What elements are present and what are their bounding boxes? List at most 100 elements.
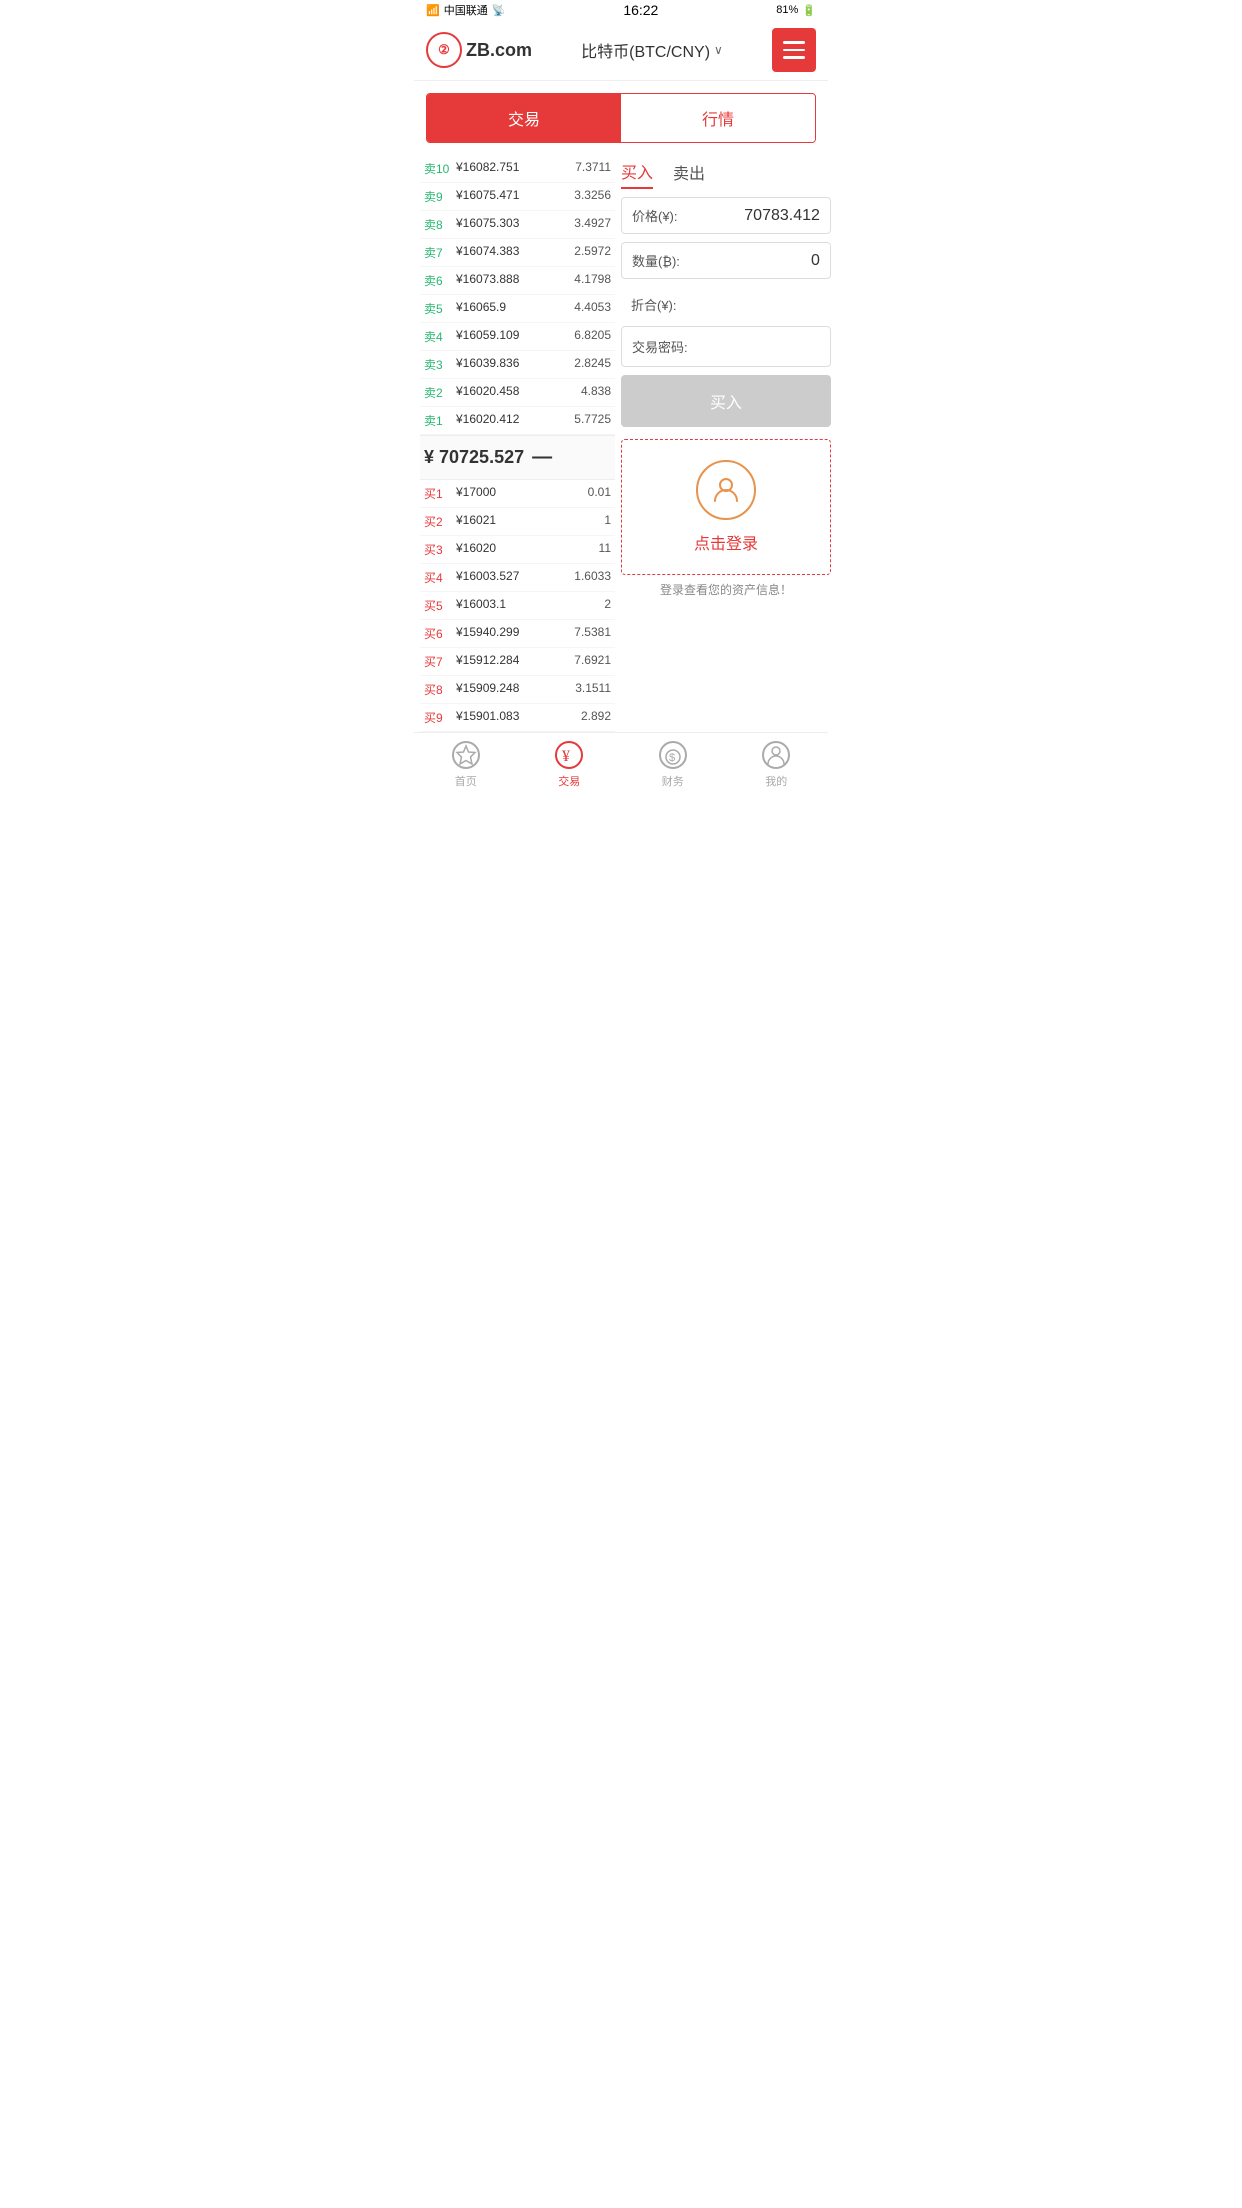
order-price: ¥16003.1 <box>452 597 604 614</box>
password-field: 交易密码: <box>621 326 831 367</box>
order-price: ¥16082.751 <box>452 160 575 177</box>
qty-label: 数量(₿): <box>632 251 680 270</box>
order-label: 买9 <box>424 709 452 726</box>
header: ② ZB.com 比特币(BTC/CNY) ∨ <box>414 20 828 81</box>
order-qty: 4.4053 <box>574 300 611 317</box>
svg-text:¥: ¥ <box>562 748 570 765</box>
sell-order-row[interactable]: 卖6 ¥16073.888 4.1798 <box>420 267 615 295</box>
sell-order-row[interactable]: 卖9 ¥16075.471 3.3256 <box>420 183 615 211</box>
buy-order-row[interactable]: 买6 ¥15940.299 7.5381 <box>420 620 615 648</box>
order-label: 卖5 <box>424 300 452 317</box>
carrier: 中国联通 <box>444 2 488 18</box>
nav-icon-首页 <box>452 741 480 769</box>
nav-icon-我的 <box>762 741 790 769</box>
order-price: ¥16059.109 <box>452 328 574 345</box>
order-qty: 11 <box>599 541 611 558</box>
nav-item-首页[interactable]: 首页 <box>414 733 518 795</box>
login-button[interactable]: 点击登录 <box>694 530 758 554</box>
login-hint: 登录查看您的资产信息！ <box>621 575 831 604</box>
sell-order-row[interactable]: 卖10 ¥16082.751 7.3711 <box>420 155 615 183</box>
sell-order-row[interactable]: 卖1 ¥16020.412 5.7725 <box>420 407 615 435</box>
main-content: 卖10 ¥16082.751 7.3711 卖9 ¥16075.471 3.32… <box>414 155 828 732</box>
nav-label-财务: 财务 <box>662 773 684 789</box>
order-price: ¥15909.248 <box>452 681 575 698</box>
tab-trade[interactable]: 交易 <box>427 94 621 142</box>
tab-market[interactable]: 行情 <box>621 94 815 142</box>
nav-label-首页: 首页 <box>455 773 477 789</box>
nav-item-财务[interactable]: $ 财务 <box>621 733 725 795</box>
menu-button[interactable] <box>772 28 816 72</box>
order-label: 买3 <box>424 541 452 558</box>
buy-tab[interactable]: 买入 <box>621 159 653 189</box>
buy-order-row[interactable]: 买1 ¥17000 0.01 <box>420 480 615 508</box>
qty-input[interactable] <box>680 252 820 270</box>
sell-order-row[interactable]: 卖5 ¥16065.9 4.4053 <box>420 295 615 323</box>
order-book: 卖10 ¥16082.751 7.3711 卖9 ¥16075.471 3.32… <box>420 155 615 732</box>
buy-order-row[interactable]: 买3 ¥16020 11 <box>420 536 615 564</box>
order-label: 卖4 <box>424 328 452 345</box>
dropdown-arrow-icon: ∨ <box>714 43 723 57</box>
order-label: 卖1 <box>424 412 452 429</box>
buy-order-row[interactable]: 买9 ¥15901.083 2.892 <box>420 704 615 732</box>
buy-order-row[interactable]: 买4 ¥16003.527 1.6033 <box>420 564 615 592</box>
nav-icon-财务: $ <box>659 741 687 769</box>
order-price: ¥16075.471 <box>452 188 574 205</box>
order-label: 买1 <box>424 485 452 502</box>
order-price: ¥16020.412 <box>452 412 574 429</box>
order-price: ¥16074.383 <box>452 244 574 261</box>
order-price: ¥15940.299 <box>452 625 574 642</box>
nav-label-交易: 交易 <box>558 773 580 789</box>
price-input[interactable] <box>680 207 820 225</box>
order-qty: 7.5381 <box>574 625 611 642</box>
sell-order-row[interactable]: 卖7 ¥16074.383 2.5972 <box>420 239 615 267</box>
nav-icon-交易: ¥ <box>555 741 583 769</box>
buy-order-row[interactable]: 买7 ¥15912.284 7.6921 <box>420 648 615 676</box>
order-label: 买7 <box>424 653 452 670</box>
order-label: 卖7 <box>424 244 452 261</box>
nav-item-我的[interactable]: 我的 <box>725 733 829 795</box>
order-qty: 3.3256 <box>574 188 611 205</box>
order-price: ¥15901.083 <box>452 709 581 726</box>
nav-item-交易[interactable]: ¥ 交易 <box>518 733 622 795</box>
order-qty: 3.1511 <box>575 681 611 698</box>
order-label: 买4 <box>424 569 452 586</box>
order-qty: 6.8205 <box>574 328 611 345</box>
signal-icon: 📶 <box>426 4 440 17</box>
header-title[interactable]: 比特币(BTC/CNY) ∨ <box>581 38 723 62</box>
buy-sell-tabs: 买入 卖出 <box>621 155 831 197</box>
order-label: 买5 <box>424 597 452 614</box>
order-price: ¥16065.9 <box>452 300 574 317</box>
buy-order-row[interactable]: 买8 ¥15909.248 3.1511 <box>420 676 615 704</box>
buy-button[interactable]: 买入 <box>621 375 831 427</box>
logo-text: ZB.com <box>466 40 532 61</box>
order-qty: 1.6033 <box>574 569 611 586</box>
total-field: 折合(¥): <box>621 287 831 322</box>
order-qty: 3.4927 <box>574 216 611 233</box>
login-box: 点击登录 <box>621 439 831 575</box>
order-price: ¥15912.284 <box>452 653 574 670</box>
order-label: 卖8 <box>424 216 452 233</box>
sell-order-row[interactable]: 卖3 ¥16039.836 2.8245 <box>420 351 615 379</box>
buy-order-row[interactable]: 买5 ¥16003.1 2 <box>420 592 615 620</box>
battery-icon: 🔋 <box>802 4 816 17</box>
sell-tab[interactable]: 卖出 <box>673 159 705 189</box>
logo-area: ② ZB.com <box>426 32 532 68</box>
order-qty: 5.7725 <box>574 412 611 429</box>
sell-order-row[interactable]: 卖8 ¥16075.303 3.4927 <box>420 211 615 239</box>
order-label: 卖9 <box>424 188 452 205</box>
mid-price-value: ¥ 70725.527 <box>424 447 524 468</box>
buy-orders: 买1 ¥17000 0.01 买2 ¥16021 1 买3 ¥16020 11 … <box>420 480 615 732</box>
order-label: 卖6 <box>424 272 452 289</box>
buy-order-row[interactable]: 买2 ¥16021 1 <box>420 508 615 536</box>
order-price: ¥16039.836 <box>452 356 574 373</box>
price-label: 价格(¥): <box>632 206 678 225</box>
order-price: ¥16075.303 <box>452 216 574 233</box>
sell-order-row[interactable]: 卖2 ¥16020.458 4.838 <box>420 379 615 407</box>
bottom-nav: 首页 ¥ 交易 $ 财务 我的 <box>414 732 828 795</box>
order-qty: 2.5972 <box>574 244 611 261</box>
order-price: ¥16003.527 <box>452 569 574 586</box>
order-label: 卖2 <box>424 384 452 401</box>
order-price: ¥17000 <box>452 485 588 502</box>
sell-order-row[interactable]: 卖4 ¥16059.109 6.8205 <box>420 323 615 351</box>
logo-icon: ② <box>426 32 462 68</box>
